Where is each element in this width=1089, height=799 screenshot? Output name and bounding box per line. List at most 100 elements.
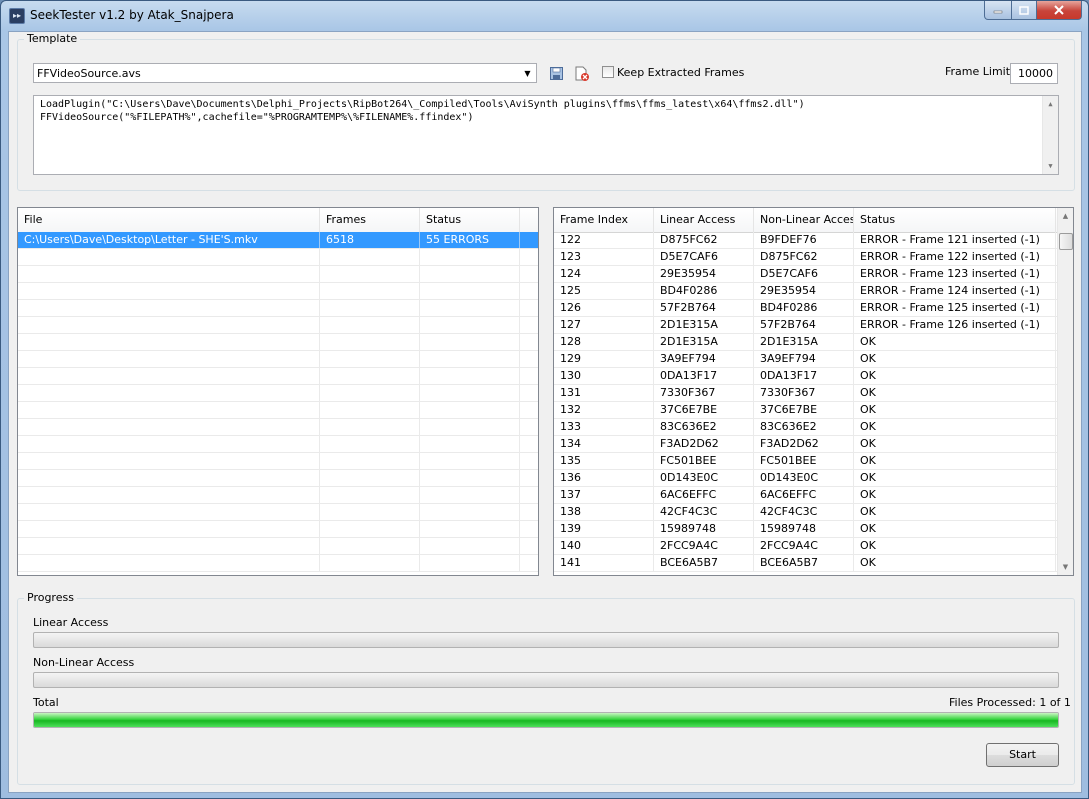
nonlinear-access-progress <box>33 672 1059 688</box>
table-cell-status <box>420 368 520 384</box>
table-row[interactable]: 135 FC501BEE FC501BEE OK <box>554 453 1073 470</box>
scroll-up-icon[interactable]: ▲ <box>1058 208 1073 224</box>
script-scrollbar[interactable]: ▲ ▼ <box>1042 96 1058 174</box>
table-cell-frame-index: 128 <box>554 334 654 350</box>
table-row[interactable]: 133 83C636E2 83C636E2 OK <box>554 419 1073 436</box>
column-header-frame-status[interactable]: Status <box>854 208 1056 232</box>
start-button[interactable]: Start <box>986 743 1059 767</box>
table-row[interactable] <box>18 419 538 436</box>
frame-limit-input[interactable]: 10000 <box>1010 63 1058 84</box>
table-row[interactable]: 138 42CF4C3C 42CF4C3C OK <box>554 504 1073 521</box>
template-select[interactable]: FFVideoSource.avs ▼ <box>33 63 537 83</box>
table-row[interactable] <box>18 283 538 300</box>
table-row[interactable] <box>18 300 538 317</box>
app-icon[interactable]: ▸▸ <box>9 8 25 24</box>
table-cell-status <box>420 470 520 486</box>
scrollbar-thumb[interactable] <box>1059 233 1073 250</box>
table-cell-file <box>18 334 320 350</box>
table-cell-linear-crc: F3AD2D62 <box>654 436 754 452</box>
table-cell-frames <box>320 521 420 537</box>
table-row[interactable]: 122 D875FC62 B9FDEF76 ERROR - Frame 121 ins… <box>554 232 1073 249</box>
table-row[interactable]: 123 D5E7CAF6 D875FC62 ERROR - Frame 122 ins… <box>554 249 1073 266</box>
minimize-button[interactable] <box>984 1 1012 20</box>
table-cell-linear-crc: 2FCC9A4C <box>654 538 754 554</box>
maximize-button[interactable] <box>1012 1 1037 20</box>
frame-list[interactable]: Frame Index Linear Access Non-Linear Acc… <box>553 207 1074 576</box>
delete-template-button[interactable] <box>574 66 590 82</box>
table-cell-frames <box>320 419 420 435</box>
table-cell-frames: 6518 <box>320 232 420 248</box>
close-icon <box>1054 5 1064 15</box>
column-header-status[interactable]: Status <box>420 208 520 232</box>
table-row[interactable]: C:\Users\Dave\Desktop\Letter - SHE'S.mkv… <box>18 232 538 249</box>
table-cell-file <box>18 317 320 333</box>
script-editor[interactable]: LoadPlugin("C:\Users\Dave\Documents\Delp… <box>33 95 1059 175</box>
maximize-icon <box>1019 5 1029 15</box>
table-row[interactable]: 131 7330F367 7330F367 OK <box>554 385 1073 402</box>
save-button[interactable] <box>549 66 565 82</box>
table-row[interactable]: 139 15989748 15989748 OK <box>554 521 1073 538</box>
table-cell-linear-crc: FC501BEE <box>654 453 754 469</box>
table-cell-frames <box>320 266 420 282</box>
table-row[interactable]: 127 2D1E315A 57F2B764 ERROR - Frame 126 ins… <box>554 317 1073 334</box>
table-row[interactable]: 132 37C6E7BE 37C6E7BE OK <box>554 402 1073 419</box>
table-cell-status <box>420 419 520 435</box>
table-row[interactable] <box>18 521 538 538</box>
table-row[interactable] <box>18 538 538 555</box>
table-cell-frames <box>320 470 420 486</box>
linear-access-progress <box>33 632 1059 648</box>
column-header-file[interactable]: File <box>18 208 320 232</box>
table-row[interactable] <box>18 266 538 283</box>
table-row[interactable]: 128 2D1E315A 2D1E315A OK <box>554 334 1073 351</box>
table-row[interactable]: 141 BCE6A5B7 BCE6A5B7 OK <box>554 555 1073 572</box>
table-row[interactable] <box>18 555 538 572</box>
table-cell-status <box>420 487 520 503</box>
table-row[interactable]: 124 29E35954 D5E7CAF6 ERROR - Frame 123 ins… <box>554 266 1073 283</box>
table-cell-frame-status: OK <box>854 402 1056 418</box>
table-row[interactable] <box>18 385 538 402</box>
table-row[interactable]: 140 2FCC9A4C 2FCC9A4C OK <box>554 538 1073 555</box>
table-cell-nonlinear-crc: 2D1E315A <box>754 334 854 350</box>
table-cell-linear-crc: D5E7CAF6 <box>654 249 754 265</box>
column-header-frames[interactable]: Frames <box>320 208 420 232</box>
table-row[interactable] <box>18 368 538 385</box>
table-row[interactable] <box>18 470 538 487</box>
table-cell-frames <box>320 504 420 520</box>
keep-frames-label[interactable]: Keep Extracted Frames <box>617 66 744 79</box>
table-cell-frame-status: ERROR - Frame 122 inserted (-1) <box>854 249 1056 265</box>
table-row[interactable]: 136 0D143E0C 0D143E0C OK <box>554 470 1073 487</box>
table-cell-status <box>420 385 520 401</box>
table-row[interactable] <box>18 453 538 470</box>
scroll-up-icon[interactable]: ▲ <box>1043 96 1058 112</box>
table-row[interactable]: 134 F3AD2D62 F3AD2D62 OK <box>554 436 1073 453</box>
table-cell-linear-crc: 83C636E2 <box>654 419 754 435</box>
table-row[interactable] <box>18 402 538 419</box>
table-row[interactable] <box>18 436 538 453</box>
column-header-frame-index[interactable]: Frame Index <box>554 208 654 232</box>
keep-frames-checkbox[interactable] <box>602 66 614 78</box>
table-row[interactable] <box>18 334 538 351</box>
scroll-down-icon[interactable]: ▼ <box>1058 559 1073 575</box>
title-bar[interactable]: ▸▸ SeekTester v1.2 by Atak_Snajpera <box>1 1 1088 31</box>
scroll-down-icon[interactable]: ▼ <box>1043 158 1058 174</box>
close-button[interactable] <box>1037 1 1082 20</box>
table-row[interactable]: 137 6AC6EFFC 6AC6EFFC OK <box>554 487 1073 504</box>
table-cell-status <box>420 249 520 265</box>
column-header-nonlinear-access[interactable]: Non-Linear Access <box>754 208 854 232</box>
frame-list-scrollbar[interactable]: ▲ ▼ <box>1057 208 1073 575</box>
table-row[interactable]: 125 BD4F0286 29E35954 ERROR - Frame 124 ins… <box>554 283 1073 300</box>
table-row[interactable] <box>18 487 538 504</box>
file-list[interactable]: File Frames Status C:\Users\Dave\Desktop… <box>17 207 539 576</box>
table-cell-linear-crc: BD4F0286 <box>654 283 754 299</box>
table-row[interactable]: 129 3A9EF794 3A9EF794 OK <box>554 351 1073 368</box>
column-header-linear-access[interactable]: Linear Access <box>654 208 754 232</box>
table-row[interactable] <box>18 249 538 266</box>
table-row[interactable] <box>18 351 538 368</box>
table-row[interactable] <box>18 504 538 521</box>
table-row[interactable]: 126 57F2B764 BD4F0286 ERROR - Frame 125 ins… <box>554 300 1073 317</box>
table-row[interactable]: 130 0DA13F17 0DA13F17 OK <box>554 368 1073 385</box>
table-row[interactable] <box>18 317 538 334</box>
chevron-down-icon[interactable]: ▼ <box>519 64 536 82</box>
table-cell-file <box>18 538 320 554</box>
table-cell-linear-crc: BCE6A5B7 <box>654 555 754 571</box>
